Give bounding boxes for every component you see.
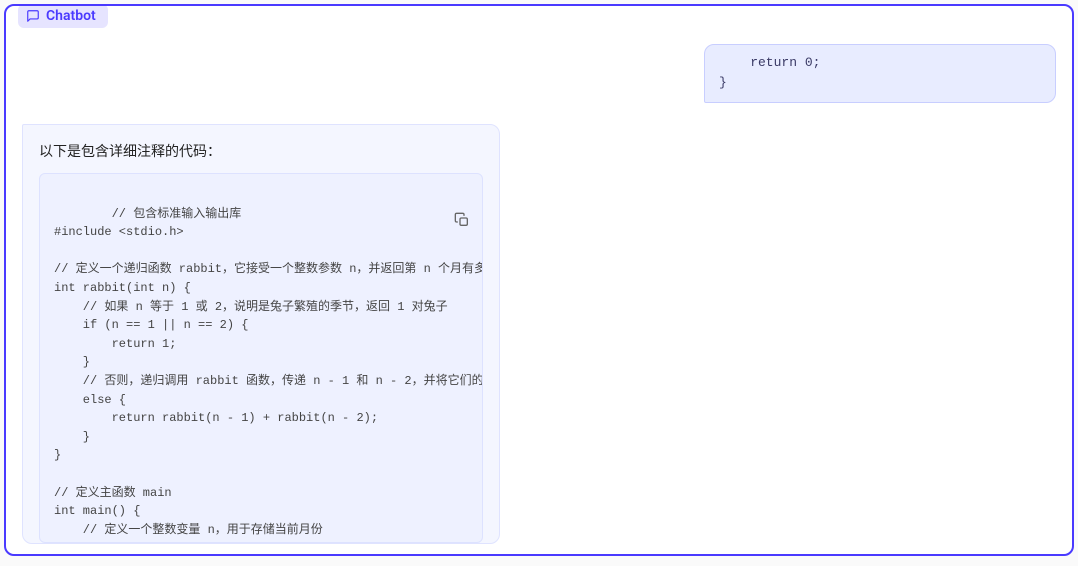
code-block: // 包含标准输入输出库 #include <stdio.h> // 定义一个递… [39,173,483,543]
panel-title-text: Chatbot [46,8,96,24]
panel-title-badge: Chatbot [18,4,108,28]
chatbot-panel: Chatbot return 0; } 以下是包含详细注释的代码： // 包含标… [4,4,1074,556]
bot-message: 以下是包含详细注释的代码： // 包含标准输入输出库 #include <std… [22,124,500,544]
conversation-area: return 0; } 以下是包含详细注释的代码： // 包含标准输入输出库 #… [6,6,1072,554]
bot-intro-text: 以下是包含详细注释的代码： [39,141,483,161]
user-code-snippet: return 0; } [719,55,820,90]
user-message: return 0; } [704,44,1056,103]
copy-button[interactable] [454,182,472,200]
code-content: // 包含标准输入输出库 #include <stdio.h> // 定义一个递… [54,207,483,543]
chat-icon [26,9,40,23]
copy-icon [454,212,470,228]
